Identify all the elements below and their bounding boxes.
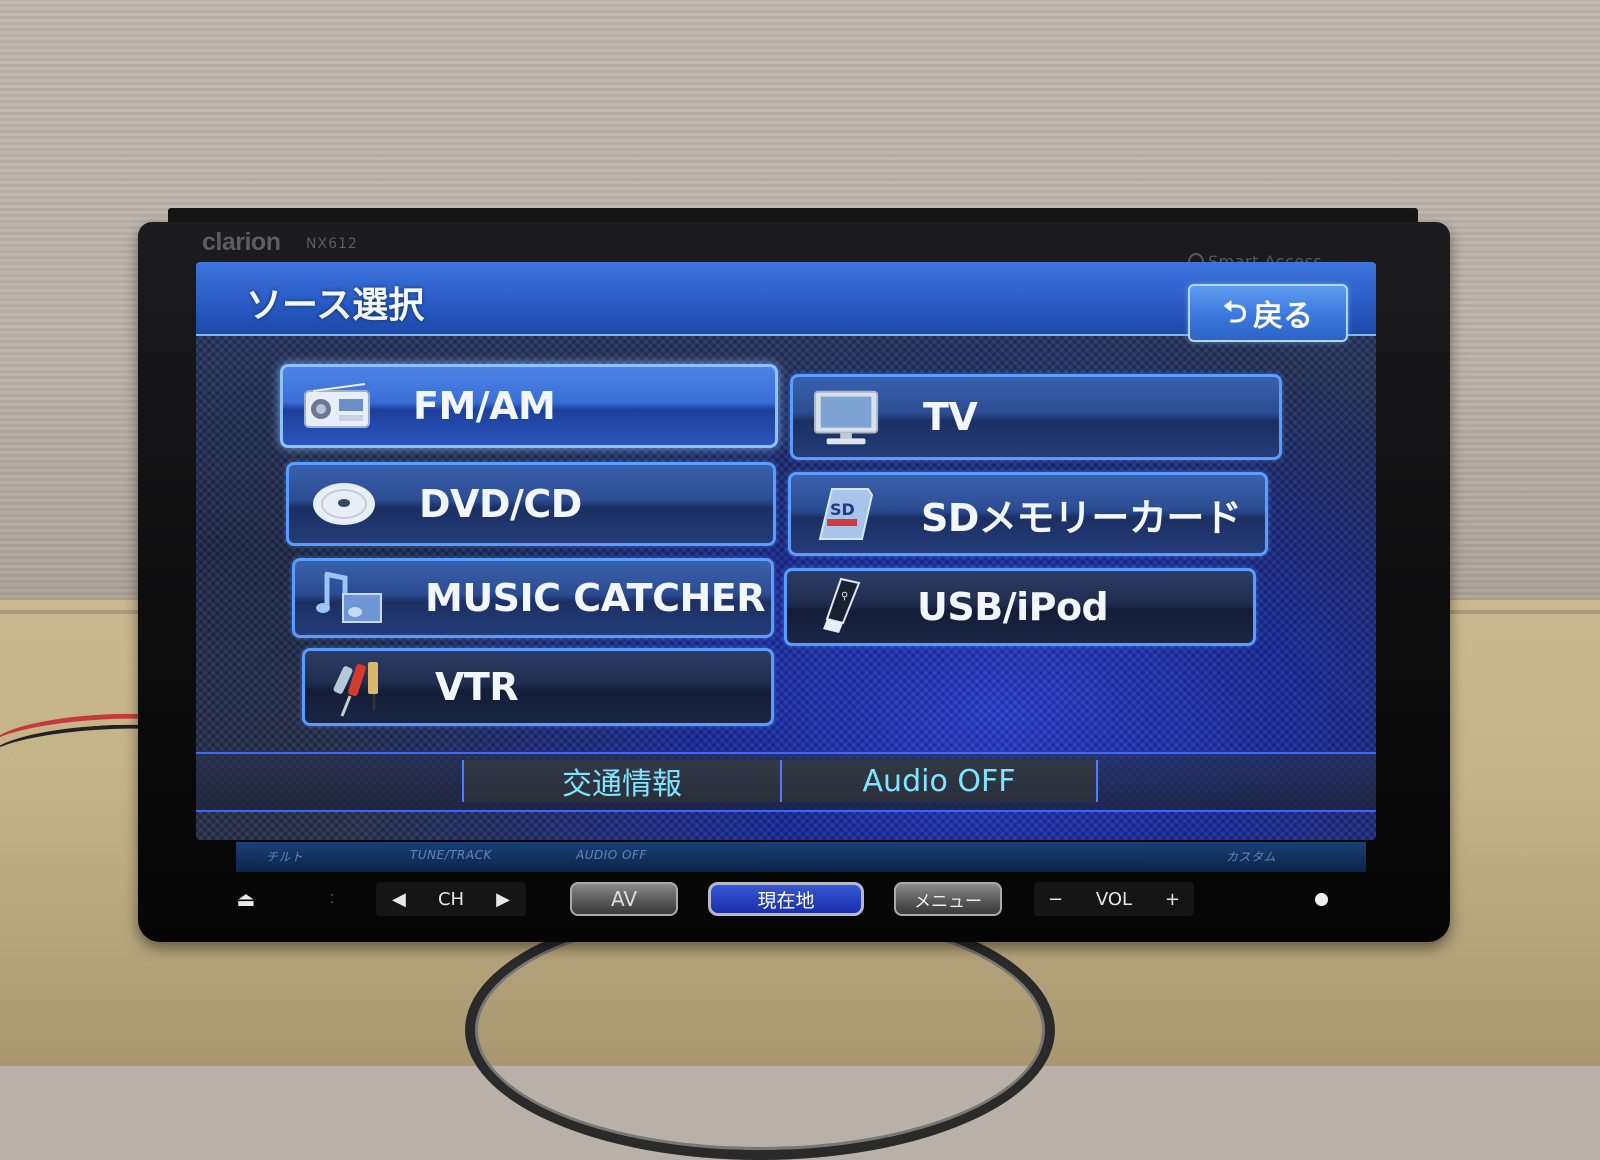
back-button[interactable]: ⮌ 戻る [1188,284,1348,342]
av-label: AV [610,887,638,911]
sd-card-icon: SD [811,484,881,544]
radio-icon [303,376,373,436]
source-sd-card-button[interactable]: SD SDメモリーカード [788,472,1268,556]
eject-icon: ⏏ [236,887,256,911]
ch-label: CH [437,888,465,910]
source-label: MUSIC CATCHER [425,576,765,620]
svg-text:⚲: ⚲ [841,591,848,602]
bezel-reflection: チルト TUNE/TRACK AUDIO OFF カスタム [236,842,1366,872]
reflection-tilt: チルト [266,850,304,864]
channel-rocker: ◀ CH ▶ [376,882,526,916]
microphone-holes: ⁚ [330,892,334,906]
source-music-catcher-button[interactable]: MUSIC CATCHER [292,558,774,638]
av-button[interactable]: AV [570,882,678,916]
back-button-label: 戻る [1253,299,1314,334]
svg-text:SD: SD [830,500,855,519]
page-title: ソース選択 [246,285,425,326]
model-number: NX612 [306,236,358,252]
source-fm-am-button[interactable]: FM/AM [280,364,778,448]
brand-logo: clarion [202,228,281,256]
tv-icon [813,387,883,447]
reflection-tune-track: TUNE/TRACK [410,848,492,862]
ch-prev-button[interactable]: ◀ [392,889,406,910]
source-tv-button[interactable]: TV [790,374,1282,460]
menu-label: メニュー [914,891,982,912]
volume-rocker: − VOL + [1034,882,1194,916]
traffic-info-button[interactable]: 交通情報 [462,760,782,802]
usb-stick-icon: ⚲ [807,577,877,637]
power-button[interactable] [1306,882,1336,916]
source-label: SDメモリーカード [921,495,1242,540]
source-label: DVD/CD [419,482,582,526]
menu-button[interactable]: メニュー [894,882,1002,916]
source-vtr-button[interactable]: VTR [302,648,774,726]
reflection-audio-off: AUDIO OFF [576,848,647,862]
rca-cable-icon [325,657,395,717]
vol-down-button[interactable]: − [1048,889,1063,910]
disc-icon [309,474,379,534]
current-location-label: 現在地 [757,889,815,912]
touch-screen: ソース選択 ⮌ 戻る FM/AM TV DVD/CD SD SDメモリーカード … [196,262,1376,840]
source-label: USB/iPod [917,585,1109,629]
vol-up-button[interactable]: + [1165,889,1180,910]
bottom-bar: 交通情報 Audio OFF [196,752,1376,812]
hardware-button-row: ⏏ ⁚ ◀ CH ▶ AV 現在地 メニュー − VOL + [186,872,1376,928]
power-indicator-icon [1314,892,1328,906]
vol-label: VOL [1095,888,1133,910]
current-location-button[interactable]: 現在地 [708,882,864,916]
reflection-custom: カスタム [1226,850,1277,864]
eject-button[interactable]: ⏏ [226,882,266,916]
audio-off-button[interactable]: Audio OFF [780,760,1098,802]
source-label: TV [923,395,978,439]
ch-next-button[interactable]: ▶ [496,889,510,910]
source-label: VTR [435,665,519,709]
source-dvd-cd-button[interactable]: DVD/CD [286,462,776,546]
return-arrow-icon: ⮌ [1222,295,1248,330]
audio-off-label: Audio OFF [862,763,1016,799]
traffic-info-label: 交通情報 [562,767,682,802]
music-note-icon [315,568,385,628]
source-label: FM/AM [413,384,556,428]
source-usb-ipod-button[interactable]: ⚲ USB/iPod [784,568,1256,646]
